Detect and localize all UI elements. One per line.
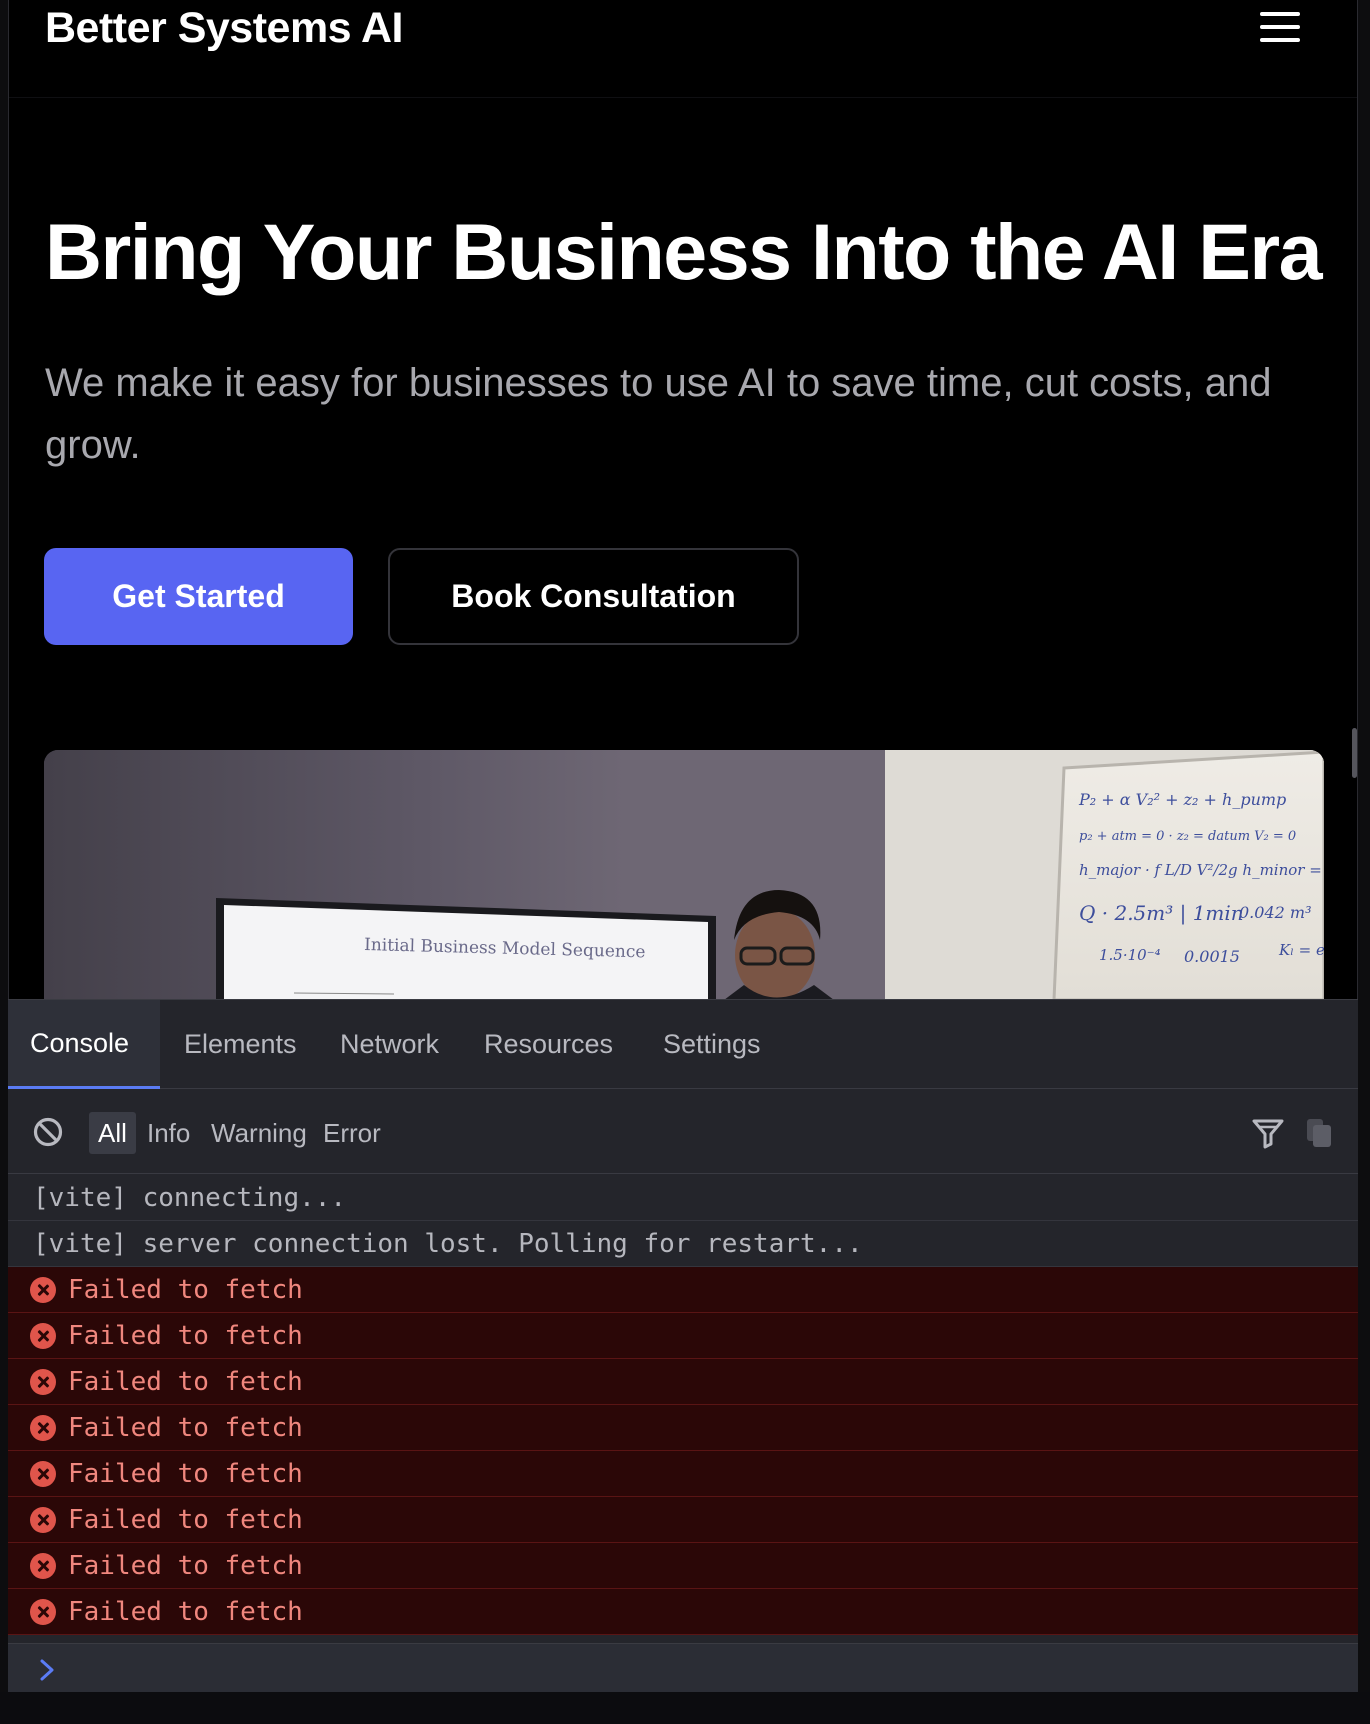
- hero-photo: Initial Business Model Sequence P₂ + α V…: [44, 750, 1324, 1000]
- svg-text:Kₗ = elb: Kₗ = elb: [1278, 941, 1324, 959]
- tab-network[interactable]: Network: [318, 1000, 461, 1089]
- error-circle-icon: [30, 1276, 56, 1303]
- tab-console[interactable]: Console: [8, 1000, 160, 1089]
- filter-all[interactable]: All: [89, 1112, 136, 1154]
- svg-text:p₂ + atm = 0 · z₂ = datum V₂: p₂ + atm = 0 · z₂ = datum V₂ = 0: [1079, 829, 1296, 844]
- hamburger-menu-button[interactable]: [1257, 6, 1303, 46]
- hero-subtitle: We make it easy for businesses to use AI…: [45, 361, 1272, 467]
- get-started-button[interactable]: Get Started: [44, 548, 353, 645]
- log-message: Failed to fetch: [68, 1458, 303, 1489]
- log-message: Failed to fetch: [68, 1504, 303, 1535]
- svg-text:P₂ + α V₂² + z₂ + h_pump: P₂ + α V₂² + z₂ + h_pump: [1078, 790, 1286, 809]
- log-message: [vite] server connection lost. Polling f…: [33, 1228, 863, 1259]
- tab-elements[interactable]: Elements: [162, 1000, 319, 1089]
- brand-logo[interactable]: Better Systems AI: [45, 4, 403, 53]
- console-error-row[interactable]: Failed to fetch: [8, 1543, 1358, 1589]
- error-circle-icon: [30, 1460, 56, 1487]
- error-circle-icon: [30, 1322, 56, 1349]
- console-log-row[interactable]: [vite] server connection lost. Polling f…: [8, 1221, 1358, 1267]
- clear-console-icon[interactable]: [32, 1116, 64, 1148]
- devtools-panel: Console Elements Network Resources Setti…: [8, 999, 1358, 1693]
- book-consultation-button[interactable]: Book Consultation: [388, 548, 799, 645]
- console-error-row[interactable]: Failed to fetch: [8, 1405, 1358, 1451]
- whiteboard-value-3: 0.0015: [1184, 947, 1240, 966]
- console-error-row[interactable]: Failed to fetch: [8, 1497, 1358, 1543]
- console-error-row[interactable]: Failed to fetch: [8, 1451, 1358, 1497]
- console-prompt: [8, 1643, 1358, 1693]
- tab-resources[interactable]: Resources: [462, 1000, 635, 1089]
- console-error-row[interactable]: Failed to fetch: [8, 1267, 1358, 1313]
- hamburger-icon: [1260, 12, 1300, 16]
- console-error-row[interactable]: Failed to fetch: [8, 1313, 1358, 1359]
- console-log-list: [vite] connecting... [vite] server connec…: [8, 1175, 1358, 1635]
- error-circle-icon: [30, 1368, 56, 1395]
- window-bottom-bar: [0, 1692, 1370, 1724]
- error-circle-icon: [30, 1414, 56, 1441]
- filter-error[interactable]: Error: [314, 1112, 390, 1154]
- console-filterbar: All Info Warning Error: [8, 1090, 1358, 1174]
- log-message: Failed to fetch: [68, 1412, 303, 1443]
- log-message: Failed to fetch: [68, 1550, 303, 1581]
- site-header: Better Systems AI: [9, 0, 1357, 98]
- filter-info[interactable]: Info: [138, 1112, 199, 1154]
- log-message: Failed to fetch: [68, 1596, 303, 1627]
- error-circle-icon: [30, 1598, 56, 1625]
- devtools-tabbar: Console Elements Network Resources Setti…: [8, 1000, 1358, 1089]
- chevron-right-icon: [40, 1659, 54, 1681]
- log-message: Failed to fetch: [68, 1366, 303, 1397]
- whiteboard-value-2: 1.5·10⁻⁴: [1099, 946, 1161, 964]
- page-scrollbar[interactable]: [1352, 728, 1357, 778]
- hero-title: Bring Your Business Into the AI Era: [45, 207, 1323, 296]
- error-circle-icon: [30, 1552, 56, 1579]
- tab-settings[interactable]: Settings: [641, 1000, 783, 1089]
- console-input[interactable]: [70, 1650, 1330, 1688]
- console-error-row[interactable]: Failed to fetch: [8, 1359, 1358, 1405]
- hero-image: Initial Business Model Sequence P₂ + α V…: [44, 750, 1324, 1000]
- error-circle-icon: [30, 1506, 56, 1533]
- svg-text:h_major · f L/D V²/2g h_mino: h_major · f L/D V²/2g h_minor = Σ(Kₗ): [1079, 861, 1324, 879]
- console-log-row[interactable]: [vite] connecting...: [8, 1175, 1358, 1221]
- filter-warning[interactable]: Warning: [202, 1112, 316, 1154]
- log-message: Failed to fetch: [68, 1320, 303, 1351]
- log-message: [vite] connecting...: [33, 1182, 347, 1213]
- filter-funnel-icon[interactable]: [1251, 1117, 1285, 1149]
- whiteboard-value-1: 0.042 m³: [1239, 903, 1311, 922]
- copy-icon[interactable]: [1305, 1117, 1333, 1149]
- log-message: Failed to fetch: [68, 1274, 303, 1305]
- console-error-row[interactable]: Failed to fetch: [8, 1589, 1358, 1635]
- svg-text:Q · 2.5m³ | 1min: Q · 2.5m³ | 1min: [1079, 901, 1244, 926]
